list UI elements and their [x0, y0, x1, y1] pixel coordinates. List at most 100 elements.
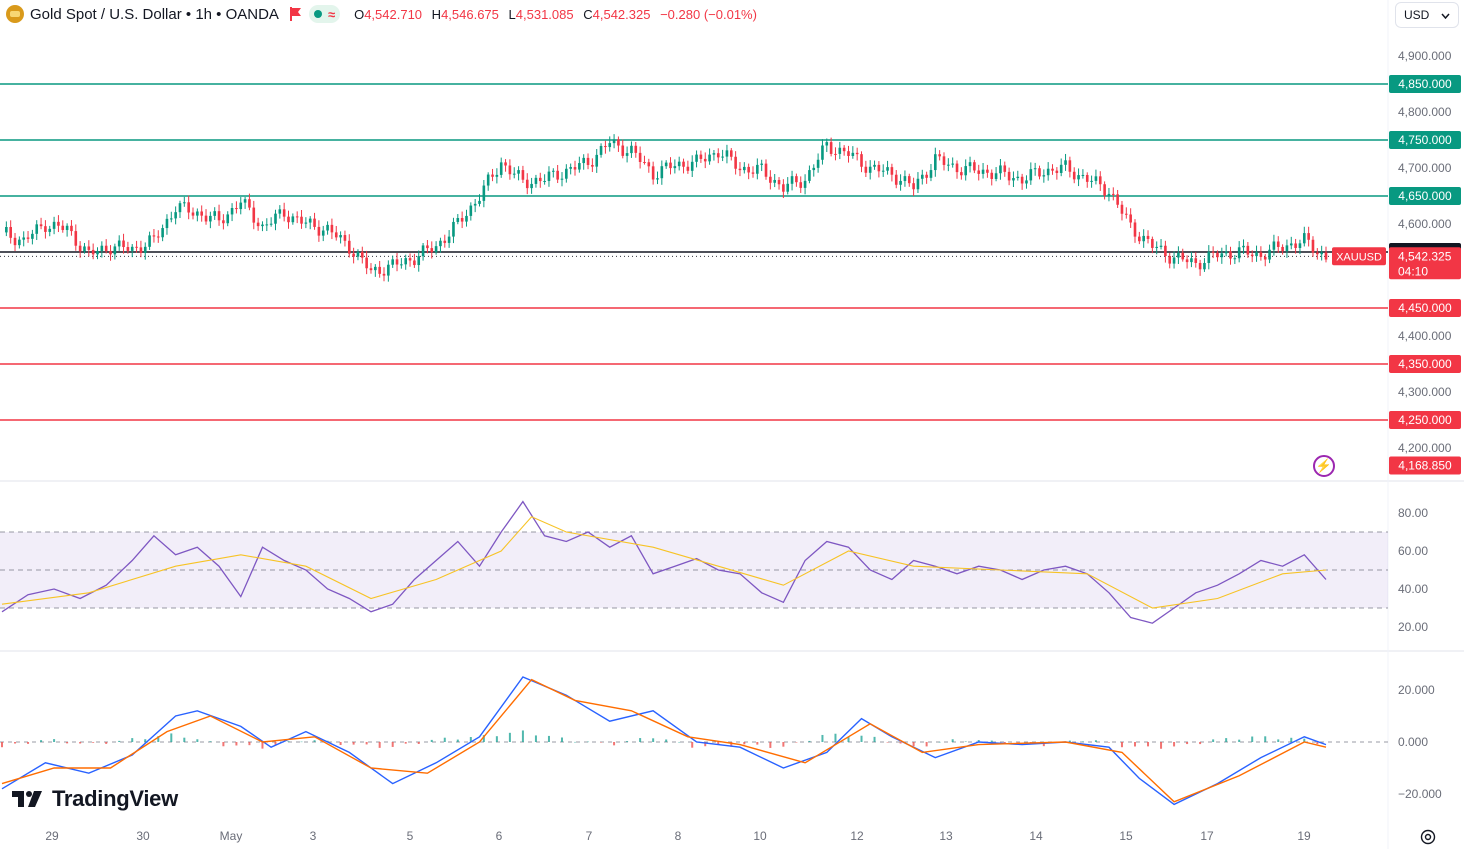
macd-histogram-bar	[951, 739, 954, 742]
macd-histogram-bar	[27, 742, 30, 744]
candle-down	[1294, 243, 1297, 248]
candle-down	[604, 145, 607, 148]
candle-up	[552, 170, 555, 172]
candle-up	[543, 180, 546, 182]
candle-up	[183, 202, 186, 204]
flag-icon[interactable]	[289, 7, 301, 21]
candle-up	[599, 145, 603, 155]
candle-up	[243, 199, 247, 203]
candle-down	[1181, 252, 1185, 260]
macd-histogram-bar	[547, 735, 550, 742]
candle-up	[308, 218, 312, 223]
time-tick-label: 14	[1029, 829, 1043, 843]
candle-up	[1033, 168, 1037, 170]
macd-histogram-bar	[365, 742, 368, 745]
candle-down	[1120, 204, 1124, 214]
candle-up	[851, 152, 855, 156]
candle-down	[347, 240, 351, 254]
macd-histogram-bar	[131, 738, 134, 742]
candle-down	[890, 167, 894, 175]
candle-down	[703, 158, 707, 162]
macd-histogram-bar	[1133, 742, 1136, 747]
candle-up	[1190, 258, 1193, 263]
candle-down	[634, 145, 638, 153]
candle-up	[760, 163, 763, 165]
candle-down	[1125, 213, 1128, 215]
time-tick-label: 8	[675, 829, 682, 843]
macd-histogram-bar	[964, 741, 967, 742]
candle-up	[1237, 247, 1241, 259]
tradingview-logo[interactable]: TradingView	[12, 786, 178, 812]
candle-down	[990, 172, 994, 179]
time-tick-label: 30	[136, 829, 150, 843]
candle-up	[482, 185, 486, 201]
candle-up	[1289, 243, 1293, 246]
candle-up	[517, 170, 520, 174]
candle-down	[156, 236, 160, 238]
candle-down	[782, 184, 785, 192]
candle-up	[868, 166, 872, 173]
candle-up	[708, 154, 711, 162]
macd-histogram-bar	[795, 742, 798, 743]
lightning-icon[interactable]: ⚡	[1313, 455, 1335, 477]
candle-down	[842, 147, 846, 152]
macd-histogram-bar	[1277, 739, 1280, 742]
candle-up	[178, 203, 182, 213]
candle-down	[1276, 241, 1280, 247]
candle-up	[169, 218, 173, 220]
candle-up	[465, 215, 468, 222]
candle-up	[291, 216, 295, 223]
candle-up	[83, 246, 86, 252]
rsi-tick-label: 20.00	[1398, 620, 1428, 634]
candle-up	[816, 159, 820, 168]
macd-histogram-bar	[574, 741, 577, 743]
candle-down	[1129, 214, 1132, 223]
candle-up	[821, 145, 824, 160]
candle-up	[512, 173, 516, 175]
candle-up	[196, 211, 199, 216]
candle-down	[1038, 168, 1041, 177]
candle-down	[1311, 239, 1315, 253]
candle-up	[994, 173, 998, 179]
market-status-icon[interactable]: ≈	[308, 5, 341, 23]
chevron-down-icon	[1441, 8, 1450, 22]
candle-up	[1046, 168, 1050, 176]
candle-up	[786, 183, 790, 192]
price-tick-label: 4,800.000	[1398, 105, 1452, 119]
low-marker-label: 4,168.850	[1398, 458, 1452, 472]
candle-up	[1042, 175, 1046, 177]
candle-down	[491, 174, 494, 177]
candle-down	[1259, 252, 1263, 257]
candle-down	[977, 170, 981, 174]
candle-up	[447, 236, 451, 243]
candle-down	[508, 165, 512, 175]
candle-up	[1220, 253, 1224, 258]
candle-up	[1233, 258, 1237, 260]
candle-up	[486, 174, 490, 186]
candle-down	[651, 166, 655, 180]
symbol-title[interactable]: Gold Spot / U.S. Dollar • 1h • OANDA	[30, 6, 279, 23]
time-tick-label: 6	[496, 829, 503, 843]
currency-select[interactable]: USD	[1395, 2, 1459, 28]
candle-up	[756, 164, 759, 174]
candle-up	[304, 222, 308, 224]
candle-up	[1268, 249, 1271, 260]
candle-up	[226, 214, 230, 224]
settings-icon[interactable]	[1419, 828, 1437, 846]
macd-histogram-bar	[1238, 739, 1241, 742]
candle-down	[716, 153, 720, 158]
candle-down	[1164, 245, 1167, 257]
chart-canvas[interactable]: 4,850.0004,750.0004,650.0004,550.0004,45…	[0, 0, 1464, 849]
candle-down	[1103, 184, 1106, 196]
level-label: 4,850.000	[1398, 77, 1452, 91]
price-tick-label: 4,400.000	[1398, 329, 1452, 343]
candle-up	[65, 225, 69, 231]
candle-down	[769, 176, 772, 183]
candle-down	[330, 224, 334, 233]
candle-up	[417, 256, 421, 266]
candle-up	[52, 221, 56, 229]
macd-histogram-bar	[92, 742, 95, 743]
candle-down	[252, 207, 256, 223]
macd-histogram-bar	[665, 739, 668, 742]
candle-up	[560, 178, 564, 180]
